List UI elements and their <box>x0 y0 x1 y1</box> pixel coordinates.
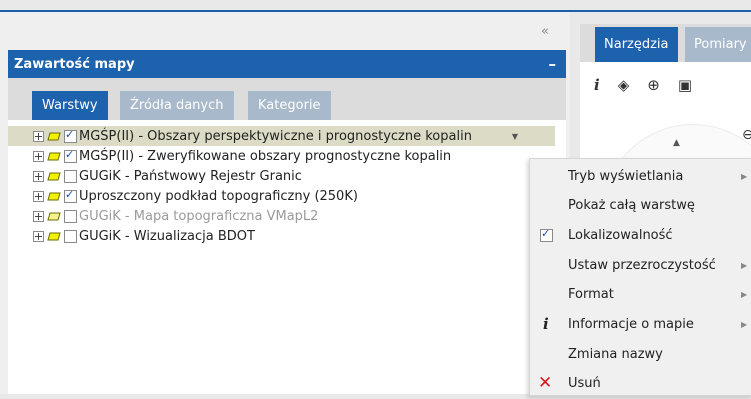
layer-visibility-checkbox[interactable] <box>64 148 77 163</box>
context-menu-label: Informacje o mapie <box>568 317 694 332</box>
toolbar: i ◈ ⊕ ▣ <box>594 76 692 94</box>
context-menu-item[interactable]: Lokalizowalność <box>530 220 751 250</box>
layer-icon <box>47 192 61 200</box>
expand-icon[interactable] <box>33 130 44 142</box>
pan-up-icon[interactable]: ▲ <box>673 138 680 148</box>
context-menu-label: Zmiana nazwy <box>568 346 663 362</box>
tab-kategorie[interactable]: Kategorie <box>248 91 331 120</box>
context-menu-label: Usuń <box>568 376 601 392</box>
context-menu-item[interactable]: ✕ Usuń <box>530 369 751 399</box>
panel-tabs: Warstwy Źródła danych Kategorie <box>8 78 566 120</box>
checkbox-icon[interactable] <box>540 227 553 243</box>
layer-visibility-checkbox[interactable] <box>64 169 77 183</box>
context-menu-label: Ustaw przezroczystość <box>568 257 716 273</box>
save-icon[interactable]: ▣ <box>678 76 692 94</box>
tab-warstwy[interactable]: Warstwy <box>32 91 108 120</box>
layer-context-menu: Tryb wyświetlania ▶ Pokaż całą warstwę Loka… <box>529 158 751 396</box>
panel-header: Zawartość mapy – <box>8 50 566 78</box>
submenu-arrow-icon: ▶ <box>741 171 748 181</box>
minimize-button[interactable]: – <box>549 55 557 73</box>
layer-label: GUGiK - Państwowy Rejestr Granic <box>79 168 302 184</box>
layer-label: Uproszczony podkład topograficzny (250K) <box>79 188 358 204</box>
context-menu-label: Pokaż całą warstwę <box>568 198 695 214</box>
layer-label: GUGiK - Wizualizacja BDOT <box>79 228 255 244</box>
layer-visibility-checkbox[interactable] <box>64 229 77 243</box>
info-icon: i <box>543 314 549 333</box>
layer-row[interactable]: Uproszczony podkład topograficzny (250K) <box>8 186 566 206</box>
layer-visibility-checkbox[interactable] <box>64 128 77 143</box>
context-menu-item[interactable]: Pokaż całą warstwę <box>530 191 751 221</box>
tab-zrodla-danych[interactable]: Źródła danych <box>120 91 234 120</box>
layer-icon <box>47 172 61 180</box>
layer-icon <box>47 232 61 240</box>
layer-menu-arrow-icon[interactable]: ▼ <box>506 128 524 144</box>
layers-icon[interactable]: ◈ <box>618 76 630 94</box>
layer-row[interactable]: MGŚP(II) - Zweryfikowane obszary prognos… <box>8 146 566 166</box>
context-menu-item[interactable]: Tryb wyświetlania ▶ <box>530 161 751 191</box>
expand-icon[interactable] <box>33 190 44 202</box>
layer-row[interactable]: GUGiK - Mapa topograficzna VMapL2 <box>8 206 566 226</box>
tools-tabs: Narzędzia Pomiary <box>580 24 751 62</box>
context-menu-item[interactable]: Ustaw przezroczystość ▶ <box>530 250 751 280</box>
layer-icon <box>47 132 61 140</box>
context-menu-label: Format <box>568 287 614 303</box>
context-menu-item[interactable]: i Informacje o mapie ▶ <box>530 310 751 340</box>
layer-tree: MGŚP(II) - Obszary perspektywiczne i pro… <box>8 120 566 246</box>
globe-icon[interactable]: ⊖ <box>742 127 751 143</box>
delete-icon: ✕ <box>538 372 553 393</box>
layer-label: MGŚP(II) - Obszary perspektywiczne i pro… <box>79 128 472 144</box>
layer-visibility-checkbox[interactable] <box>64 209 77 223</box>
layer-label: GUGiK - Mapa topograficzna VMapL2 <box>79 208 319 224</box>
layer-visibility-checkbox[interactable] <box>64 188 77 203</box>
context-menu-label: Tryb wyświetlania <box>568 168 684 184</box>
expand-icon[interactable] <box>33 170 44 182</box>
layer-label: MGŚP(II) - Zweryfikowane obszary prognos… <box>79 148 452 164</box>
layer-icon <box>47 152 61 160</box>
layer-row[interactable]: GUGiK - Wizualizacja BDOT <box>8 226 566 246</box>
layer-icon <box>47 212 61 220</box>
top-bar <box>0 0 751 10</box>
context-menu-item[interactable]: Format ▶ <box>530 280 751 310</box>
layer-row[interactable]: GUGiK - Państwowy Rejestr Granic <box>8 166 566 186</box>
expand-icon[interactable] <box>33 150 44 162</box>
context-menu-item[interactable]: Zmiana nazwy <box>530 339 751 369</box>
tab-pomiary[interactable]: Pomiary <box>685 27 751 62</box>
context-menu-label: Lokalizowalność <box>568 227 673 243</box>
tab-narzedzia[interactable]: Narzędzia <box>595 27 678 62</box>
panel-title: Zawartość mapy <box>14 56 135 72</box>
expand-icon[interactable] <box>33 230 44 242</box>
zoom-icon[interactable]: ⊕ <box>647 76 660 94</box>
submenu-arrow-icon: ▶ <box>741 290 748 300</box>
layer-row[interactable]: MGŚP(II) - Obszary perspektywiczne i pro… <box>8 126 555 146</box>
map-content-panel: Zawartość mapy – Warstwy Źródła danych K… <box>8 50 566 394</box>
submenu-arrow-icon: ▶ <box>741 320 748 329</box>
info-icon[interactable]: i <box>594 76 600 94</box>
submenu-arrow-icon: ▶ <box>741 260 748 270</box>
expand-icon[interactable] <box>33 210 44 222</box>
collapse-panel-icon[interactable]: « <box>541 24 549 39</box>
